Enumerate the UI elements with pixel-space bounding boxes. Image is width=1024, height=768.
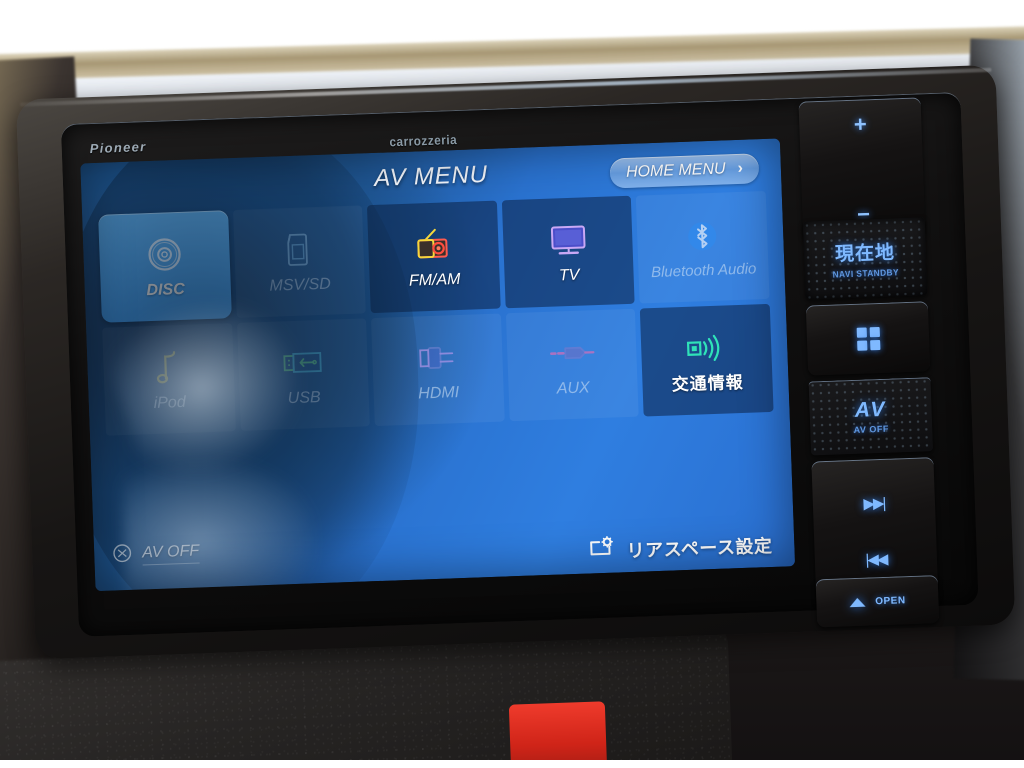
screen-gear-icon [588,536,617,566]
source-tile-label: TV [558,266,580,285]
source-tile-msv-sd[interactable]: MSV/SD [232,205,366,318]
previous-track-icon[interactable]: |◀◀ [865,550,887,569]
source-tile-label: AUX [556,379,590,398]
navi-current-location-button[interactable]: 現在地 NAVI STANDBY [802,217,928,300]
source-grid: DISC MSV/SD FM/AM TV Bluetooth Audio iPo… [98,190,774,436]
source-tile-label: FM/AM [408,271,461,290]
volume-up-icon[interactable]: + [853,111,867,136]
source-tile-fm-am[interactable]: FM/AM [367,200,501,314]
source-tile-label: USB [287,389,321,408]
av-button-sub: AV OFF [853,423,890,435]
radio-icon [410,223,457,267]
source-tile-label: DISC [146,281,186,300]
source-tile-label: HDMI [417,384,460,403]
sd-card-icon [281,228,316,271]
carrozzeria-logo: carrozzeria [389,131,458,150]
traffic-broadcast-icon [682,326,731,370]
usb-icon [279,341,326,385]
music-note-icon [152,346,185,389]
pioneer-logo: Pioneer [89,139,147,157]
grid-four-icon [856,326,880,351]
av-off-icon [112,543,133,569]
bottom-letterbox [0,760,1024,768]
navi-standby-status: NAVI STANDBY [832,267,900,280]
disc-icon [145,233,184,276]
source-tile-traffic-info[interactable]: 交通情報 [640,303,774,417]
source-tile-usb[interactable]: USB [236,318,371,431]
rear-space-label: リアスペース設定 [626,535,773,561]
source-tile-hdmi[interactable]: HDMI [371,313,505,427]
screenshot-root: Pioneer carrozzeria AV MENU HOME MENU › [0,0,1024,768]
tv-icon [545,218,590,262]
open-label: OPEN [875,594,906,607]
next-track-icon[interactable]: ▶▶| [863,494,885,513]
rear-space-settings-button[interactable]: リアスペース設定 [588,530,773,566]
source-tile-label: 交通情報 [671,372,745,395]
menu-button[interactable] [805,301,931,376]
navi-button-label: 現在地 [834,242,896,266]
source-tile-ipod[interactable]: iPod [102,323,236,436]
hdmi-icon [414,336,461,380]
source-tile-tv[interactable]: TV [501,195,636,309]
source-tile-label: Bluetooth Audio [650,260,757,281]
home-menu-label: HOME MENU [625,160,726,181]
chevron-right-icon: › [737,159,744,177]
av-off-button[interactable]: AV OFF [112,540,200,568]
hazard-light-button[interactable] [508,701,608,768]
screen-glare-highlight [120,455,317,592]
hardware-button-column: + − 現在地 NAVI STANDBY AV AV OFF ▶▶| |◀◀ O… [798,97,943,628]
source-tile-bluetooth-audio[interactable]: Bluetooth Audio [636,190,770,304]
source-tile-label: iPod [153,394,186,413]
source-tile-aux[interactable]: AUX [505,308,640,422]
source-tile-disc[interactable]: DISC [98,210,232,323]
head-unit: Pioneer carrozzeria AV MENU HOME MENU › [15,64,1016,680]
eject-open-button[interactable]: OPEN [815,575,940,628]
lcd-screen[interactable]: AV MENU HOME MENU › DISC MSV/SD FM/AM TV… [80,138,796,592]
av-off-label: AV OFF [141,542,200,566]
aux-plug-icon [546,331,597,375]
av-button[interactable]: AV AV OFF [808,377,934,456]
bluetooth-icon [683,214,722,257]
eject-icon [849,597,866,607]
source-tile-label: MSV/SD [269,275,332,295]
av-button-label: AV [854,397,887,422]
home-menu-button[interactable]: HOME MENU › [609,153,760,189]
